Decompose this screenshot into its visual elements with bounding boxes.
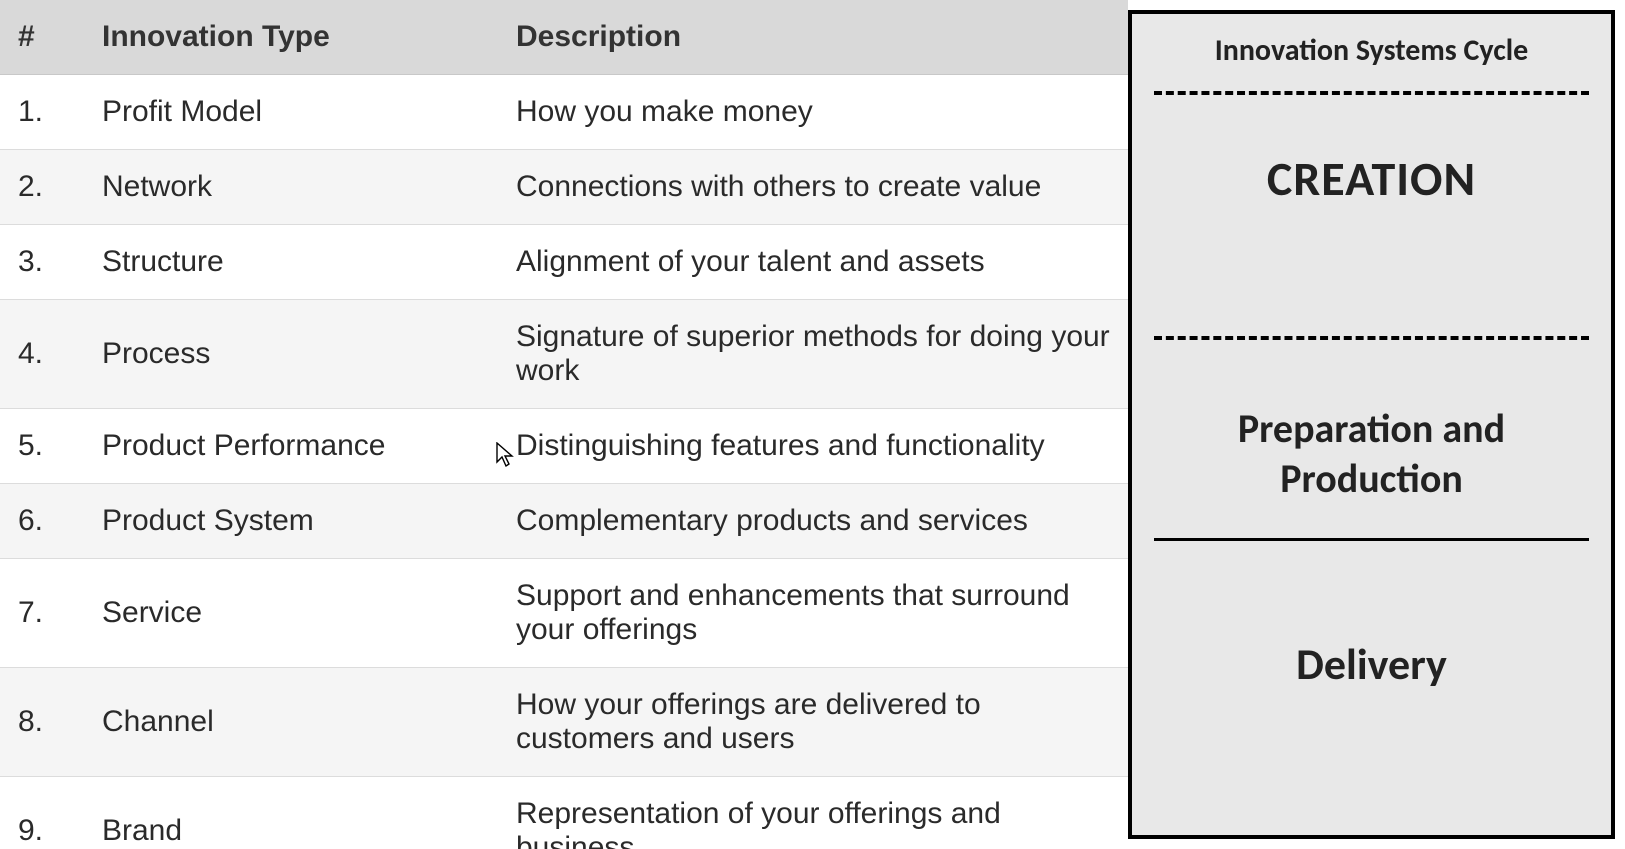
cell-desc: How you make money [504, 75, 1128, 150]
cell-desc: Alignment of your talent and assets [504, 225, 1128, 300]
phase-delivery: Delivery [1154, 637, 1589, 691]
cell-desc: Signature of superior methods for doing … [504, 300, 1128, 409]
cell-type: Service [90, 559, 504, 668]
table-row: 5. Product Performance Distinguishing fe… [0, 409, 1128, 484]
cell-number: 5. [0, 409, 90, 484]
header-innovation-type: Innovation Type [90, 0, 504, 75]
table-header-row: # Innovation Type Description [0, 0, 1128, 75]
innovation-types-table: # Innovation Type Description 1. Profit … [0, 0, 1128, 849]
cell-number: 2. [0, 150, 90, 225]
cell-type: Channel [90, 668, 504, 777]
cell-type: Structure [90, 225, 504, 300]
innovation-cycle-panel: Innovation Systems Cycle CREATION Prepar… [1128, 10, 1615, 839]
cell-number: 3. [0, 225, 90, 300]
cell-number: 4. [0, 300, 90, 409]
cell-number: 7. [0, 559, 90, 668]
table-row: 1. Profit Model How you make money [0, 75, 1128, 150]
cell-desc: Distinguishing features and functionalit… [504, 409, 1128, 484]
table-row: 2. Network Connections with others to cr… [0, 150, 1128, 225]
cell-desc: Connections with others to create value [504, 150, 1128, 225]
table-row: 7. Service Support and enhancements that… [0, 559, 1128, 668]
phase-creation: CREATION [1154, 149, 1589, 208]
cell-number: 8. [0, 668, 90, 777]
cell-type: Product Performance [90, 409, 504, 484]
cell-number: 6. [0, 484, 90, 559]
divider-dashed [1154, 336, 1589, 340]
header-number: # [0, 0, 90, 75]
table-row: 3. Structure Alignment of your talent an… [0, 225, 1128, 300]
cell-desc: Complementary products and services [504, 484, 1128, 559]
table-row: 9. Brand Representation of your offering… [0, 777, 1128, 849]
divider-solid [1154, 538, 1589, 541]
phase-preparation-production: Preparation and Production [1154, 404, 1589, 504]
table-row: 8. Channel How your offerings are delive… [0, 668, 1128, 777]
table-row: 6. Product System Complementary products… [0, 484, 1128, 559]
table-row: 4. Process Signature of superior methods… [0, 300, 1128, 409]
cell-number: 9. [0, 777, 90, 849]
header-description: Description [504, 0, 1128, 75]
cell-type: Brand [90, 777, 504, 849]
cell-desc: Representation of your offerings and bus… [504, 777, 1128, 849]
cell-desc: How your offerings are delivered to cust… [504, 668, 1128, 777]
sidebar-title: Innovation Systems Cycle [1154, 32, 1589, 69]
cell-type: Process [90, 300, 504, 409]
divider-dashed [1154, 91, 1589, 95]
cell-number: 1. [0, 75, 90, 150]
cell-type: Profit Model [90, 75, 504, 150]
cell-type: Network [90, 150, 504, 225]
cell-desc: Support and enhancements that surround y… [504, 559, 1128, 668]
cell-type: Product System [90, 484, 504, 559]
